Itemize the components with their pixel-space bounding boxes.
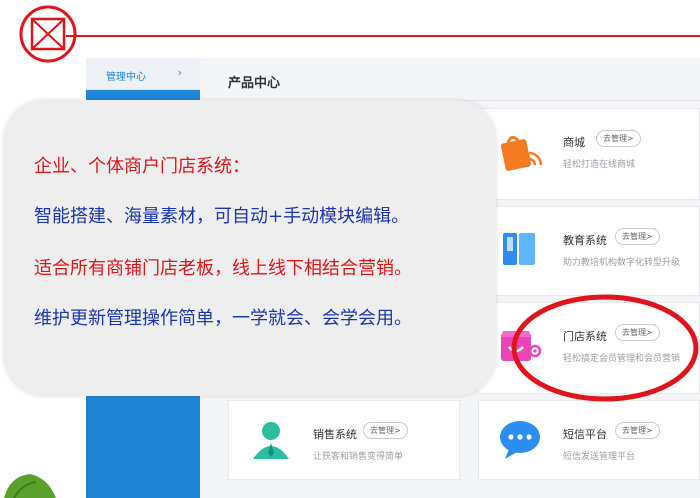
product-desc: 让获客和销售变得简单	[313, 452, 404, 462]
product-card-mall[interactable]: 商城 去管理> 轻松打造在线商城	[478, 108, 700, 200]
manage-button[interactable]: 去管理>	[363, 422, 408, 439]
product-card-education[interactable]: 教育系统 去管理> 助力教培机构数字化转型升级	[478, 206, 700, 296]
promo-line-1: 企业、个体商户门店系统：	[34, 156, 250, 177]
product-card-sales[interactable]: 销售系统 去管理> 让获客和销售变得简单	[228, 400, 460, 480]
promo-line-3: 适合所有商铺门店老板，线上线下相结合营销。	[34, 258, 412, 279]
product-desc: 助力教培机构数字化转型升级	[563, 258, 681, 268]
product-desc: 短信发送管理平台	[563, 452, 636, 462]
leaf-decoration-icon	[4, 474, 56, 498]
sales-person-icon	[253, 422, 289, 459]
shopping-bag-icon	[500, 135, 543, 171]
highlight-circle	[511, 294, 699, 402]
header-divider	[66, 35, 700, 37]
promo-line-2: 智能搭建、海量素材，可自动+手动模块编辑。	[34, 206, 410, 227]
chevron-right-icon: ›	[177, 66, 182, 79]
chat-bubble-icon	[500, 421, 540, 459]
envelope-logo-icon	[19, 5, 77, 63]
promo-line-4: 维护更新管理操作简单，一学就会、会学会用。	[34, 308, 412, 329]
product-card-sms[interactable]: 短信平台 去管理> 短信发送管理平台	[478, 400, 700, 480]
manage-button[interactable]: 去管理>	[615, 422, 660, 439]
product-name: 销售系统	[313, 428, 357, 441]
product-name: 短信平台	[563, 428, 607, 441]
promo-overlay: 企业、个体商户门店系统： 智能搭建、海量素材，可自动+手动模块编辑。 适合所有商…	[4, 100, 496, 396]
product-desc: 轻松打造在线商城	[563, 160, 636, 170]
product-name: 教育系统	[563, 234, 607, 247]
product-name: 商城	[563, 136, 585, 149]
sidebar-item-label: 管理中心	[106, 72, 146, 83]
manage-button[interactable]: 去管理>	[615, 228, 660, 245]
education-book-icon	[503, 233, 535, 265]
page-title: 产品中心	[228, 76, 281, 91]
manage-button[interactable]: 去管理>	[596, 130, 641, 147]
sidebar-item-management-center[interactable]: 管理中心 ›	[86, 58, 200, 90]
